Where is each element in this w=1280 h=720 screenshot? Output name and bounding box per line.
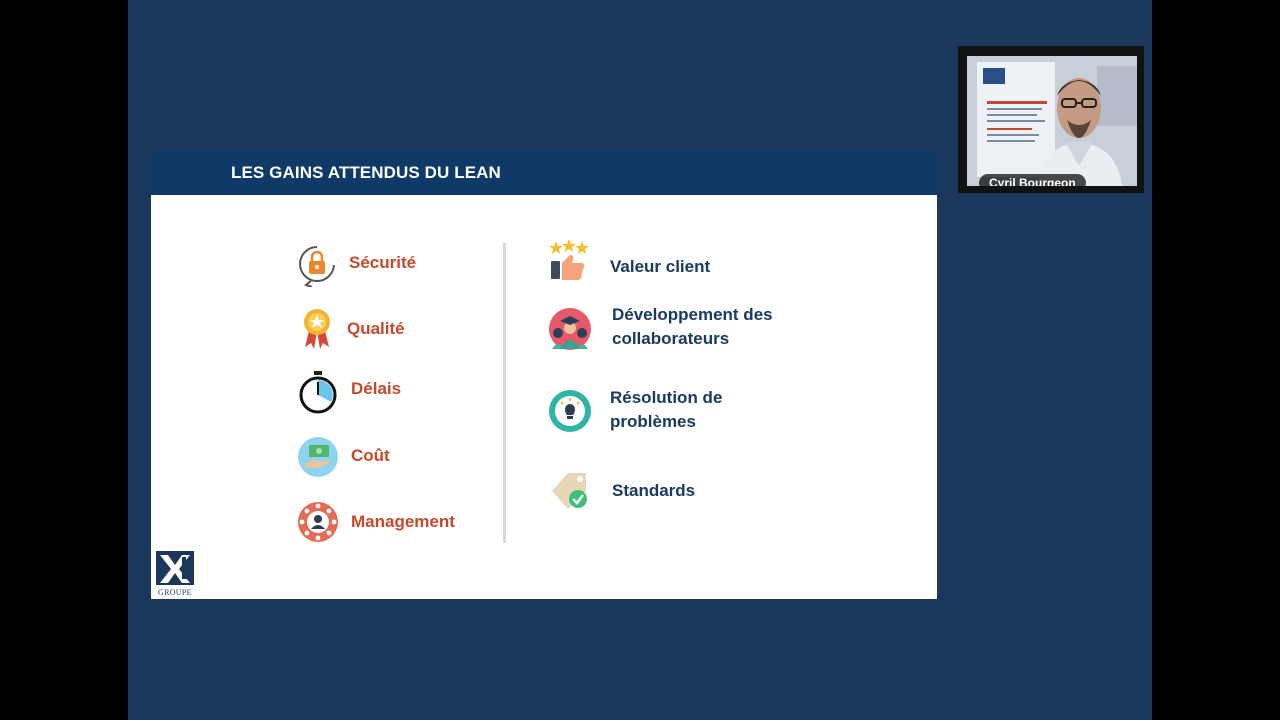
graduate-icon	[549, 308, 591, 350]
gain-label: Sécurité	[349, 253, 417, 272]
participant-name: Cyril Bourgeon	[979, 174, 1086, 186]
team-network-icon	[298, 502, 338, 542]
column-divider	[503, 243, 506, 543]
lightbulb-icon	[549, 390, 591, 432]
gain-label: problèmes	[610, 412, 696, 431]
gain-label: Valeur client	[610, 257, 711, 276]
stars-thumbs-up-icon	[549, 239, 589, 280]
webcam-panel[interactable]: Cyril Bourgeon	[958, 46, 1144, 193]
stopwatch-icon	[299, 371, 337, 414]
logo-text: GROUPE	[158, 588, 192, 597]
gain-label: Qualité	[347, 319, 405, 338]
gain-label: Management	[351, 512, 455, 531]
slide: LES GAINS ATTENDUS DU LEAN Sécurité Qual…	[151, 151, 937, 599]
gain-label: Standards	[612, 481, 696, 500]
slide-header: LES GAINS ATTENDUS DU LEAN	[151, 151, 937, 195]
webcam-scene	[967, 56, 1137, 186]
medal-icon	[304, 309, 330, 349]
gain-label: Coût	[351, 446, 390, 465]
slide-title: LES GAINS ATTENDUS DU LEAN	[231, 163, 501, 182]
lock-cycle-icon	[299, 246, 335, 287]
gain-label: collaborateurs	[612, 329, 730, 348]
money-hand-icon	[298, 437, 338, 477]
gain-label: Développement des	[612, 305, 773, 324]
gain-label: Délais	[351, 379, 402, 398]
gain-label: Résolution de	[610, 388, 723, 407]
tag-check-icon	[552, 473, 587, 509]
webcam-video: Cyril Bourgeon	[967, 56, 1137, 186]
